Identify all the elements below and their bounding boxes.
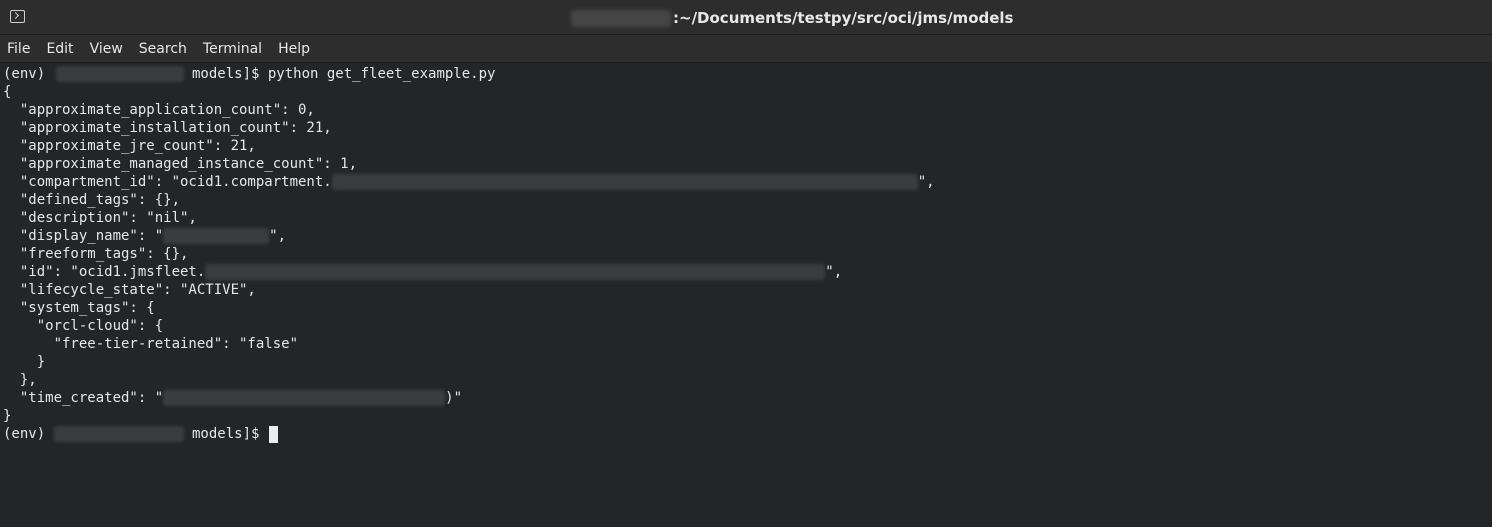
text-cursor[interactable] [268,425,278,443]
output-line: } [3,354,46,370]
output-line: "compartment_id": "ocid1.compartment. ", [3,174,935,190]
window-title-text: :~/Documents/testpy/src/oci/jms/models [673,9,1014,27]
output-line: "description": "nil", [3,210,197,226]
redacted-user [53,426,184,442]
redacted-hostname [571,9,671,27]
prompt-prefix: (env) [3,426,54,442]
output-line: "approximate_application_count": 0, [3,102,315,118]
output-line: "free-tier-retained": "false" [3,336,299,352]
prompt-line: (env) models]$ [3,425,1492,443]
menu-bar: File Edit View Search Terminal Help [0,35,1492,63]
output-line: "approximate_managed_instance_count": 1, [3,156,358,172]
window-title: :~/Documents/testpy/src/oci/jms/models [571,8,1013,28]
prompt-suffix: models]$ [183,66,268,82]
output-line: "time_created": " )" [3,390,463,406]
title-bar[interactable]: :~/Documents/testpy/src/oci/jms/models [0,0,1492,35]
redacted-fleet-id [205,264,826,280]
terminal-window: :~/Documents/testpy/src/oci/jms/models F… [0,0,1492,527]
output-line: "approximate_jre_count": 21, [3,138,256,154]
output-line: "orcl-cloud": { [3,318,164,334]
output-line: { [3,84,12,100]
redacted-time-created [163,390,446,406]
output-line: "system_tags": { [3,300,155,316]
output-line: "display_name": " ", [3,228,287,244]
menu-edit[interactable]: Edit [38,35,81,63]
menu-help[interactable]: Help [270,35,318,63]
menu-file[interactable]: File [0,35,38,63]
terminal-output[interactable]: (env) models]$ python get_fleet_example.… [0,64,1492,527]
output-line: "lifecycle_state": "ACTIVE", [3,282,256,298]
prompt-suffix: models]$ [183,426,268,442]
output-line: }, [3,372,37,388]
menu-search[interactable]: Search [131,35,195,63]
output-line: "approximate_installation_count": 21, [3,120,332,136]
redacted-compartment-id [331,174,918,190]
output-line: "id": "ocid1.jmsfleet. ", [3,264,843,280]
output-line: "freeform_tags": {}, [3,246,189,262]
terminal-icon[interactable] [10,10,25,23]
output-line: "defined_tags": {}, [3,192,181,208]
output-line: } [3,408,12,424]
redacted-user [55,66,184,82]
prompt-prefix: (env) [3,66,54,82]
redacted-display-name [163,228,270,244]
command-text: python get_fleet_example.py [267,66,496,82]
menu-terminal[interactable]: Terminal [195,35,270,63]
command-line: (env) models]$ python get_fleet_example.… [3,65,1492,83]
menu-view[interactable]: View [82,35,131,63]
